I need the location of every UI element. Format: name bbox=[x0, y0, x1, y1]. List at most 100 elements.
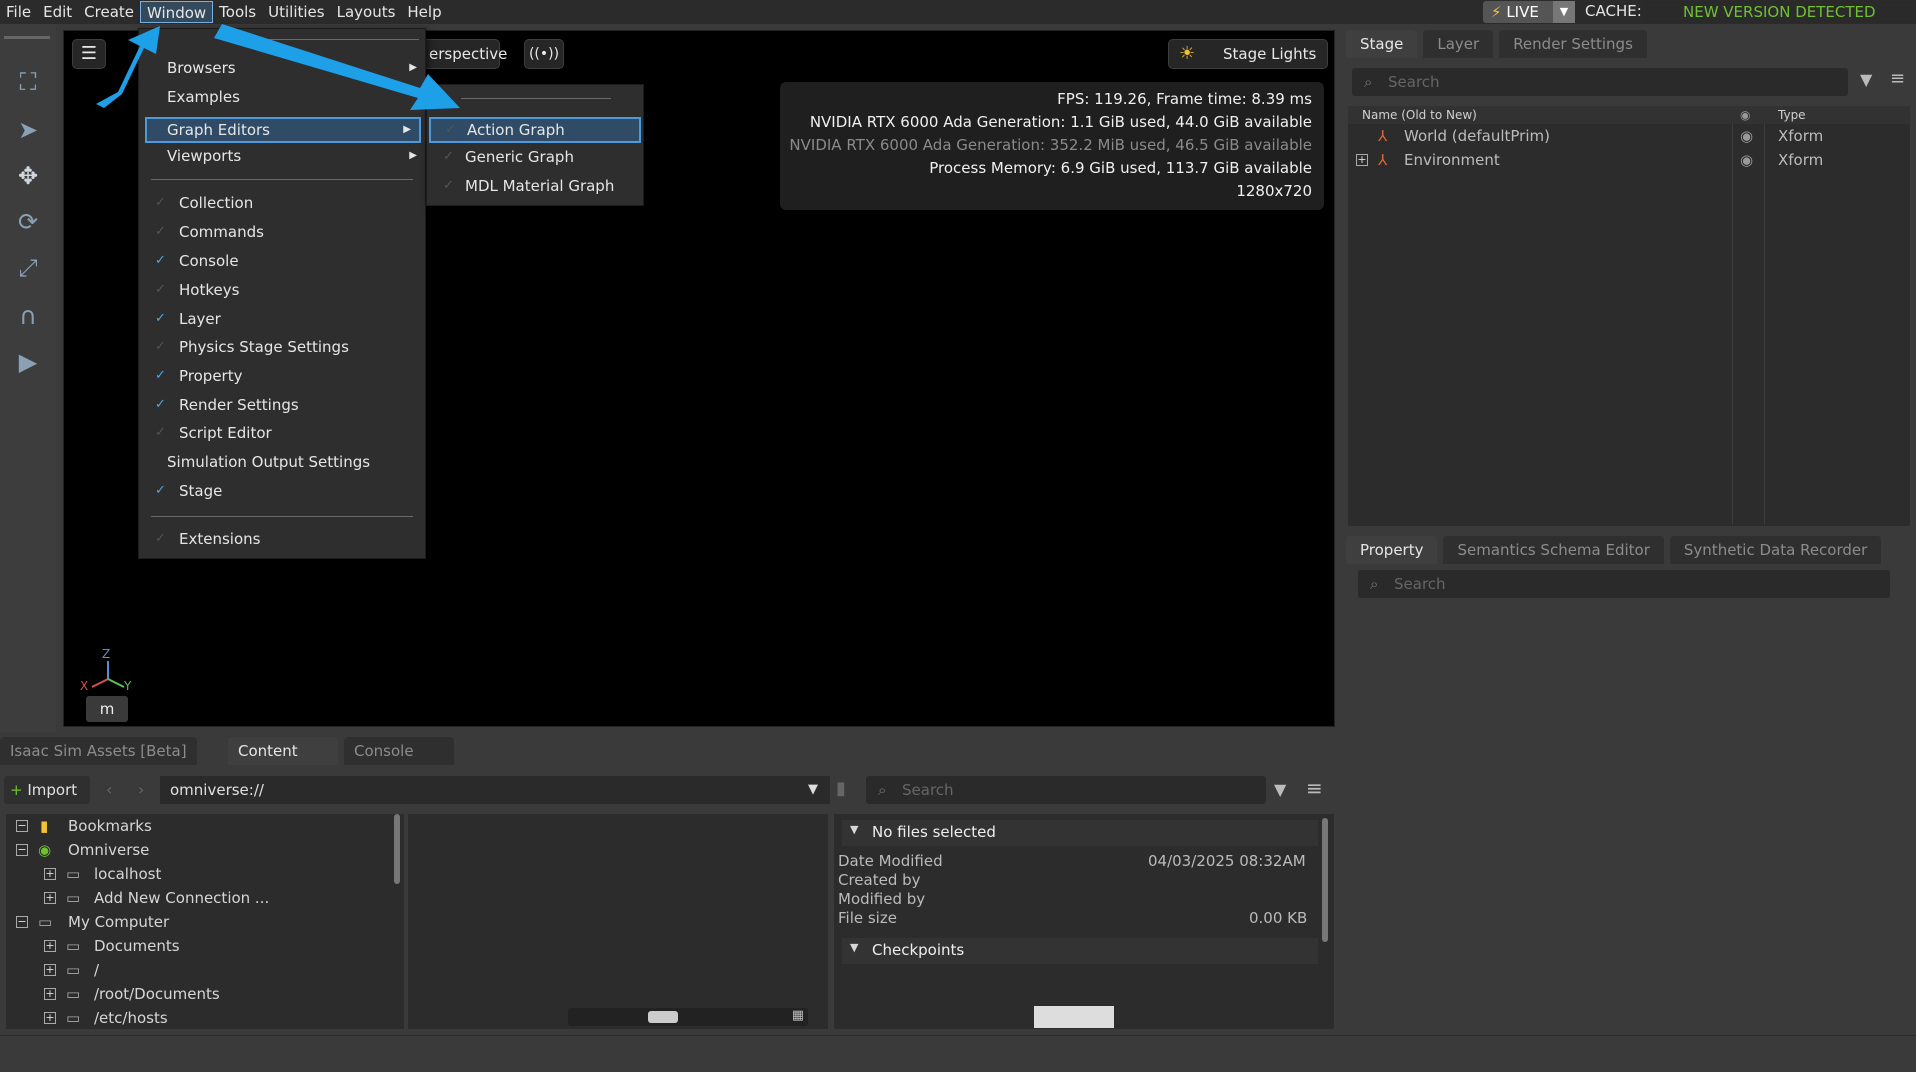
menu-item-script-editor[interactable]: ✓ Script Editor bbox=[139, 420, 425, 446]
menu-item-stage[interactable]: ✓ Stage bbox=[139, 478, 425, 504]
tab-content[interactable]: Content bbox=[228, 737, 338, 765]
new-version-badge[interactable]: NEW VERSION DETECTED bbox=[1646, 1, 1912, 23]
expand-icon[interactable]: + bbox=[44, 1012, 56, 1024]
m-button[interactable]: m bbox=[86, 696, 128, 722]
scale-icon[interactable]: ⤢ bbox=[10, 250, 46, 286]
file-info-panel: ▼ No files selected Date Modified 04/03/… bbox=[834, 814, 1334, 1029]
tree-row[interactable]: ⅄ World (defaultPrim) ◉ Xform bbox=[1348, 124, 1910, 148]
expand-icon[interactable]: + bbox=[44, 964, 56, 976]
path-input[interactable]: omniverse:// ▼ bbox=[160, 776, 830, 804]
stage-lights-button[interactable]: ☀ Stage Lights bbox=[1168, 39, 1328, 69]
tab-stage[interactable]: Stage bbox=[1346, 30, 1418, 58]
tab-render-settings[interactable]: Render Settings bbox=[1499, 30, 1647, 58]
stats-overlay: FPS: 119.26, Frame time: 8.39 ms NVIDIA … bbox=[780, 82, 1324, 210]
expand-icon[interactable]: + bbox=[44, 868, 56, 880]
tab-isaac-sim-assets[interactable]: Isaac Sim Assets [Beta] bbox=[0, 737, 197, 765]
submenu-item-label: MDL Material Graph bbox=[465, 177, 615, 195]
tree-item-root[interactable]: + ▭ / bbox=[6, 958, 396, 982]
tree-item-documents[interactable]: + ▭ Documents bbox=[6, 934, 396, 958]
stage-search-input[interactable]: ⌕ Search bbox=[1352, 68, 1848, 96]
expand-icon[interactable]: + bbox=[44, 892, 56, 904]
stage-search-placeholder: Search bbox=[1388, 73, 1440, 91]
tab-property[interactable]: Property bbox=[1346, 536, 1438, 564]
slider-thumb[interactable] bbox=[648, 1011, 678, 1023]
drive-icon: ▭ bbox=[66, 937, 81, 955]
file-list[interactable]: ▦ bbox=[408, 814, 828, 1029]
tab-semantics-schema-editor[interactable]: Semantics Schema Editor bbox=[1443, 536, 1664, 564]
eye-icon[interactable]: ◉ bbox=[1740, 148, 1753, 172]
menu-item-console[interactable]: ✓ Console bbox=[139, 248, 425, 274]
menu-item-viewports[interactable]: Viewports ▶ bbox=[139, 143, 425, 169]
tree-item-root-documents[interactable]: + ▭ /root/Documents bbox=[6, 982, 396, 1006]
collapse-icon[interactable]: − bbox=[16, 916, 28, 928]
live-button[interactable]: ⚡ LIVE ▼ bbox=[1483, 1, 1575, 23]
rotate-icon[interactable]: ⟳ bbox=[10, 204, 46, 240]
back-icon[interactable]: ‹ bbox=[106, 780, 112, 799]
eye-icon: ◉ bbox=[1740, 108, 1751, 122]
expand-icon[interactable]: + bbox=[44, 988, 56, 1000]
forward-icon[interactable]: › bbox=[138, 780, 144, 799]
filter-icon[interactable]: ▼ bbox=[1860, 70, 1872, 89]
date-modified-value: 04/03/2025 08:32AM bbox=[1148, 852, 1306, 870]
check-icon: ✓ bbox=[155, 339, 166, 354]
menu-item-property[interactable]: ✓ Property bbox=[139, 363, 425, 389]
menu-icon[interactable]: ≡ bbox=[1890, 68, 1905, 89]
col-name-header[interactable]: Name (Old to New) bbox=[1362, 106, 1477, 124]
zoom-slider[interactable]: ▦ bbox=[568, 1008, 808, 1026]
move-icon[interactable]: ✥ bbox=[10, 158, 46, 194]
menu-item-label: Physics Stage Settings bbox=[179, 338, 349, 356]
tree-item-my-computer[interactable]: − ▭ My Computer bbox=[6, 910, 396, 934]
menu-item-layer[interactable]: ✓ Layer bbox=[139, 306, 425, 332]
chevron-right-icon: ▶ bbox=[409, 150, 417, 161]
menu-item-collection[interactable]: ✓ Collection bbox=[139, 190, 425, 216]
tree-item-omniverse[interactable]: − ◉ Omniverse bbox=[6, 838, 396, 862]
column-divider bbox=[1764, 124, 1765, 524]
menu-item-hotkeys[interactable]: ✓ Hotkeys bbox=[139, 277, 425, 303]
tree-row[interactable]: + ⅄ Environment ◉ Xform bbox=[1348, 148, 1910, 172]
tab-layer[interactable]: Layer bbox=[1423, 30, 1494, 58]
menu-icon[interactable]: ≡ bbox=[1306, 776, 1323, 800]
scrollbar[interactable] bbox=[1322, 818, 1328, 942]
chevron-down-icon[interactable]: ▼ bbox=[808, 776, 818, 804]
bookmark-icon[interactable]: ▮ bbox=[836, 778, 846, 799]
menu-item-extensions[interactable]: ✓ Extensions bbox=[139, 526, 425, 552]
expand-icon[interactable]: + bbox=[1356, 154, 1368, 166]
check-icon: ✓ bbox=[443, 178, 454, 193]
column-divider bbox=[1732, 124, 1733, 524]
property-panel bbox=[1342, 534, 1916, 1034]
scrollbar[interactable] bbox=[394, 814, 400, 884]
menu-item-simulation-output-settings[interactable]: Simulation Output Settings bbox=[139, 449, 425, 475]
tree-item-localhost[interactable]: + ▭ localhost bbox=[6, 862, 396, 886]
checkpoints-header[interactable]: ▼ Checkpoints bbox=[842, 938, 1318, 964]
menu-item-commands[interactable]: ✓ Commands bbox=[139, 219, 425, 245]
import-button[interactable]: + Import bbox=[4, 776, 90, 804]
property-search-input[interactable]: ⌕ Search bbox=[1358, 570, 1890, 598]
tree-item-label: Bookmarks bbox=[68, 817, 152, 835]
magnet-icon[interactable]: ∩ bbox=[10, 298, 46, 334]
menu-item-render-settings[interactable]: ✓ Render Settings bbox=[139, 392, 425, 418]
menu-separator bbox=[151, 516, 413, 517]
eye-icon[interactable]: ◉ bbox=[1740, 124, 1753, 148]
tab-console[interactable]: Console bbox=[344, 737, 454, 765]
menu-item-physics-stage-settings[interactable]: ✓ Physics Stage Settings bbox=[139, 334, 425, 360]
play-icon[interactable]: ▶ bbox=[10, 344, 46, 380]
tab-synthetic-data-recorder[interactable]: Synthetic Data Recorder bbox=[1669, 536, 1882, 564]
submenu-item-generic-graph[interactable]: ✓ Generic Graph bbox=[427, 144, 643, 170]
tree-item-add-connection[interactable]: + ▭ Add New Connection ... bbox=[6, 886, 396, 910]
grid-view-icon[interactable]: ▦ bbox=[792, 1008, 804, 1023]
modified-by-label: Modified by bbox=[838, 890, 926, 908]
expand-icon[interactable]: + bbox=[44, 940, 56, 952]
chevron-down-icon[interactable]: ▼ bbox=[1553, 1, 1575, 23]
col-type-header[interactable]: Type bbox=[1778, 106, 1806, 124]
bolt-icon: ⚡ bbox=[1491, 3, 1502, 21]
collapse-icon[interactable]: − bbox=[16, 820, 28, 832]
collapse-icon[interactable]: − bbox=[16, 844, 28, 856]
tree-item-bookmarks[interactable]: − ▮ Bookmarks bbox=[6, 814, 396, 838]
content-search-input[interactable]: ⌕ Search bbox=[866, 776, 1266, 804]
filter-icon[interactable]: ▼ bbox=[1274, 780, 1286, 799]
no-files-header[interactable]: ▼ No files selected bbox=[842, 820, 1318, 846]
cache-label: CACHE: bbox=[1585, 2, 1642, 20]
tree-item-etc-hosts[interactable]: + ▭ /etc/hosts bbox=[6, 1006, 396, 1030]
search-icon: ⌕ bbox=[1370, 575, 1379, 593]
submenu-item-mdl-material-graph[interactable]: ✓ MDL Material Graph bbox=[427, 173, 643, 199]
